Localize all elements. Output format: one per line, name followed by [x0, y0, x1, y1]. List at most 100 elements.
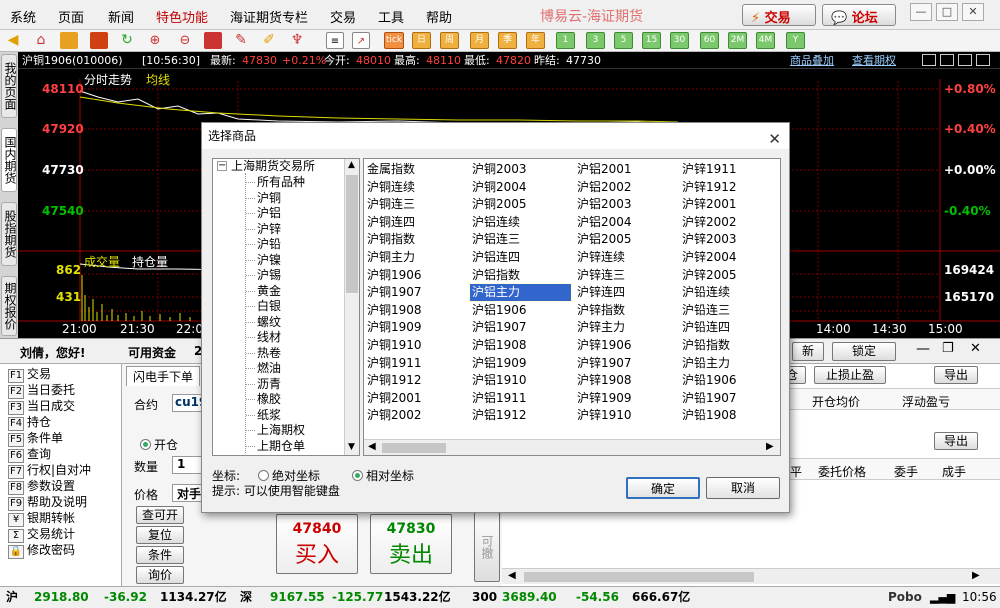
scroll-down-icon[interactable]: ▼: [348, 442, 355, 452]
product-cell[interactable]: 沪铅1908: [680, 407, 780, 424]
collapse-icon[interactable]: −: [217, 161, 227, 171]
product-cell[interactable]: 沪锌1906: [575, 337, 676, 354]
period-quarter[interactable]: 季: [498, 32, 517, 49]
panel-close-icon[interactable]: ✕: [970, 341, 981, 356]
nav-bank-transfer[interactable]: ¥ 银期转帐: [8, 510, 75, 527]
grid-scrollbar[interactable]: ◀ ▶: [364, 439, 780, 455]
home-icon[interactable]: ⌂: [32, 32, 50, 49]
product-cell[interactable]: 沪铜2004: [470, 179, 571, 196]
period-day[interactable]: 日: [412, 32, 431, 49]
period-5m[interactable]: 5: [614, 32, 633, 49]
price-input[interactable]: 对手: [172, 484, 202, 502]
product-cell[interactable]: 沪锌1912: [680, 179, 780, 196]
minimize-icon[interactable]: —: [910, 3, 932, 21]
product-cell[interactable]: 沪锌1908: [575, 372, 676, 389]
product-cell[interactable]: 沪铝主力: [469, 283, 572, 303]
period-30m[interactable]: 30: [670, 32, 689, 49]
split-icon[interactable]: [940, 54, 954, 66]
lock-button[interactable]: 锁定: [832, 342, 896, 361]
product-cell[interactable]: 沪锌1910: [575, 407, 676, 424]
product-cell[interactable]: 沪铜1906: [365, 267, 466, 284]
dialog-close-icon[interactable]: ✕: [768, 126, 781, 152]
product-cell[interactable]: 沪锌连续: [575, 249, 676, 266]
product-cell[interactable]: 沪锌2002: [680, 214, 780, 231]
new-button[interactable]: 新: [792, 342, 824, 361]
period-1m[interactable]: 1: [556, 32, 575, 49]
nav-change-password[interactable]: 🔒 修改密码: [8, 542, 75, 559]
nav-conditional[interactable]: F5 条件单: [8, 430, 63, 447]
period-60m[interactable]: 60: [700, 32, 719, 49]
product-cell[interactable]: 沪铜2003: [470, 161, 571, 178]
pin-icon[interactable]: ♆: [288, 32, 306, 49]
tab-domestic-futures[interactable]: 国内期货: [1, 128, 17, 192]
nav-settings[interactable]: F8 参数设置: [8, 478, 75, 495]
product-cell[interactable]: 沪铅连三: [680, 302, 780, 319]
tree-item[interactable]: 所有品种: [257, 175, 305, 190]
overlay-link[interactable]: 商品叠加: [790, 52, 834, 69]
tree-item[interactable]: 橡胶: [257, 392, 281, 407]
tree-item[interactable]: 沪铅: [257, 237, 281, 252]
quote-icon[interactable]: [90, 32, 108, 49]
product-cell[interactable]: 沪铅1906: [680, 372, 780, 389]
cancel-side-button[interactable]: 可撤: [474, 512, 500, 582]
query-available-button[interactable]: 查可开: [136, 506, 184, 524]
grid-scroll-right-icon[interactable]: ▶: [766, 441, 774, 452]
tab-options[interactable]: 期权报价: [1, 276, 17, 336]
tree-item[interactable]: 沪铝: [257, 206, 281, 221]
open-position-radio[interactable]: 开仓: [140, 436, 178, 453]
forum-button[interactable]: 💬 论坛: [822, 4, 896, 26]
product-cell[interactable]: 沪铜1911: [365, 355, 466, 372]
panel-minimize-icon[interactable]: —: [916, 341, 930, 357]
menu-features[interactable]: 特色功能: [156, 7, 208, 26]
tree-item[interactable]: 螺纹: [257, 315, 281, 330]
product-cell[interactable]: 沪铝2003: [575, 196, 676, 213]
product-cell[interactable]: 沪锌2005: [680, 267, 780, 284]
product-cell[interactable]: 沪铜1907: [365, 284, 466, 301]
inquiry-button[interactable]: 询价: [136, 566, 184, 584]
product-cell[interactable]: 沪铝连续: [470, 214, 571, 231]
nav-help[interactable]: F9 帮助及说明: [8, 494, 87, 511]
product-cell[interactable]: 沪锌1909: [575, 390, 676, 407]
product-cell[interactable]: 沪铝2001: [575, 161, 676, 178]
chart-icon[interactable]: ↗: [352, 32, 370, 49]
tree-scrollbar[interactable]: ▲ ▼: [344, 159, 359, 455]
tab-index-futures[interactable]: 股指期货: [1, 202, 17, 266]
pen-icon[interactable]: ✎: [232, 32, 250, 49]
product-cell[interactable]: 沪铅连四: [680, 319, 780, 336]
product-cell[interactable]: 沪铝1912: [470, 407, 571, 424]
product-cell[interactable]: 沪锌2003: [680, 231, 780, 248]
tree-item[interactable]: 线材: [257, 330, 281, 345]
grid-icon[interactable]: [958, 54, 972, 66]
product-cell[interactable]: 沪铜2002: [365, 407, 466, 424]
product-cell[interactable]: 沪铝连四: [470, 249, 571, 266]
scroll-left-icon[interactable]: ◀: [508, 570, 516, 581]
product-cell[interactable]: 沪锌1911: [680, 161, 780, 178]
product-cell[interactable]: 沪铜指数: [365, 231, 466, 248]
menu-system[interactable]: 系统: [10, 7, 36, 26]
product-cell[interactable]: 沪铅1907: [680, 390, 780, 407]
grid-scroll-thumb[interactable]: [382, 443, 446, 453]
tree-root[interactable]: 上海期货交易所: [231, 159, 315, 174]
period-15m[interactable]: 15: [642, 32, 661, 49]
export-button-2[interactable]: 导出: [934, 432, 978, 450]
tree-item[interactable]: 纸浆: [257, 408, 281, 423]
fullscreen-icon[interactable]: [976, 54, 990, 66]
close-icon[interactable]: ✕: [962, 3, 984, 21]
tree-item[interactable]: 沪镍: [257, 253, 281, 268]
product-cell[interactable]: 沪铜连三: [365, 196, 466, 213]
tree-item[interactable]: 沥青: [257, 377, 281, 392]
product-cell[interactable]: 沪铝1908: [470, 337, 571, 354]
qty-input[interactable]: 1: [172, 456, 202, 474]
dialog-titlebar[interactable]: 选择商品 ✕: [202, 123, 789, 149]
layout-icon[interactable]: [922, 54, 936, 66]
product-cell[interactable]: 沪铝1909: [470, 355, 571, 372]
nav-positions[interactable]: F4 持仓: [8, 414, 51, 431]
export-button-1[interactable]: 导出: [934, 366, 978, 384]
product-cell[interactable]: 沪锌1907: [575, 355, 676, 372]
product-cell[interactable]: 沪铝1910: [470, 372, 571, 389]
nav-trade[interactable]: F1 交易: [8, 366, 51, 383]
panel-restore-icon[interactable]: ❐: [942, 341, 954, 356]
maximize-icon[interactable]: □: [936, 3, 958, 21]
nav-query[interactable]: F6 查询: [8, 446, 51, 463]
menu-tools[interactable]: 工具: [378, 7, 404, 26]
